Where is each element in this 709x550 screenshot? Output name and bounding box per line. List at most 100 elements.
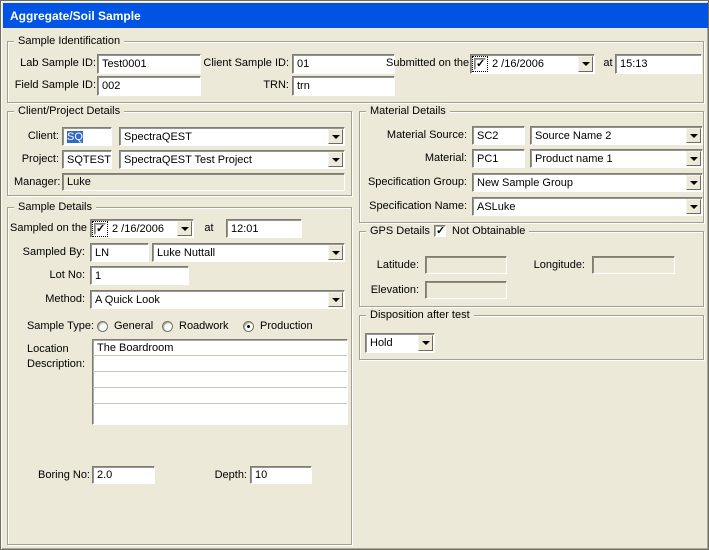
specification-name-value: ASLuke	[477, 201, 516, 213]
depth-label: Depth:	[168, 466, 247, 485]
sampled-by-code-input[interactable]: LN	[90, 243, 149, 262]
field-sample-id-input[interactable]: 002	[97, 76, 201, 96]
sampled-date-checkbox-icon[interactable]	[94, 223, 106, 235]
specification-name-combo[interactable]: ASLuke	[472, 197, 703, 216]
project-code-value: SQTEST	[67, 154, 111, 166]
material-source-name-combo[interactable]: Source Name 2	[530, 126, 703, 145]
radio-general[interactable]: General	[97, 319, 153, 333]
latitude-input-disabled	[425, 256, 507, 274]
window-title: Aggregate/Soil Sample	[10, 9, 141, 23]
location-description-line[interactable]	[93, 356, 347, 372]
radio-general-icon	[97, 321, 108, 332]
project-code-input[interactable]: SQTEST	[62, 150, 112, 169]
client-name-combo[interactable]: SpectraQEST	[119, 127, 345, 146]
material-source-dropdown-icon[interactable]	[686, 128, 701, 143]
boring-no-value: 2.0	[97, 469, 112, 481]
group-gps-details: GPS Details Not Obtainable Latitude: Lon…	[359, 231, 704, 307]
lab-sample-id-input[interactable]: Test0001	[97, 54, 201, 74]
not-obtainable-checkbox-icon	[434, 225, 446, 237]
radio-roadwork[interactable]: Roadwork	[162, 319, 229, 333]
client-name-value: SpectraQEST	[124, 131, 192, 143]
submitted-at-label: at	[600, 54, 616, 73]
radio-roadwork-label: Roadwork	[179, 320, 229, 332]
elevation-label: Elevation:	[365, 281, 419, 300]
method-combo[interactable]: A Quick Look	[90, 290, 345, 309]
group-title: GPS Details	[366, 224, 434, 238]
field-sample-id-label: Field Sample ID:	[10, 76, 96, 95]
client-sample-id-label: Client Sample ID:	[188, 54, 289, 73]
submitted-date-value: 2 /16/2006	[492, 58, 544, 70]
elevation-input-disabled	[425, 281, 507, 299]
location-label-line2: Description:	[27, 357, 97, 371]
sampled-by-dropdown-icon[interactable]	[328, 245, 343, 260]
material-code-value: PC1	[477, 153, 498, 165]
client-sample-id-input[interactable]: 01	[292, 54, 395, 74]
sampled-time-value: 12:01	[231, 223, 259, 235]
aggregate-soil-sample-window: Aggregate/Soil Sample Sample Identificat…	[0, 0, 709, 550]
submitted-time-value: 15:13	[620, 58, 648, 70]
lot-no-input[interactable]: 1	[90, 266, 189, 285]
client-code-value: SQ	[67, 131, 83, 143]
submitted-date-checkbox-icon[interactable]	[474, 58, 486, 70]
project-name-combo[interactable]: SpectraQEST Test Project	[119, 150, 345, 169]
client-code-input[interactable]: SQ	[62, 127, 112, 146]
client-dropdown-icon[interactable]	[328, 129, 343, 144]
sampled-by-name-combo[interactable]: Luke Nuttall	[152, 243, 345, 262]
radio-production-icon	[243, 321, 254, 332]
boring-no-input[interactable]: 2.0	[92, 466, 155, 484]
submitted-date-dropdown-icon[interactable]	[578, 56, 593, 72]
group-title: Client/Project Details	[14, 104, 124, 118]
location-description-line[interactable]: The Boardroom	[93, 340, 347, 356]
field-sample-id-value: 002	[102, 80, 120, 92]
sampled-date-picker[interactable]: 2 /16/2006	[90, 219, 194, 238]
specification-group-dropdown-icon[interactable]	[686, 175, 701, 190]
sampled-date-dropdown-icon[interactable]	[177, 221, 192, 236]
group-client-project-details: Client/Project Details Client: SQ Spectr…	[7, 111, 352, 196]
location-description-textarea[interactable]: The Boardroom	[92, 339, 348, 425]
radio-roadwork-icon	[162, 321, 173, 332]
radio-production[interactable]: Production	[243, 319, 313, 333]
material-source-label: Material Source:	[365, 126, 467, 145]
depth-input[interactable]: 10	[250, 466, 312, 484]
location-description-line[interactable]	[93, 388, 347, 404]
specification-name-label: Specification Name:	[365, 197, 467, 216]
sampled-on-label: Sampled on the	[10, 219, 87, 238]
not-obtainable-checkbox[interactable]: Not Obtainable	[430, 225, 529, 237]
submitted-date-picker[interactable]: 2 /16/2006	[470, 54, 595, 74]
group-sample-details: Sample Details Sampled on the 2 /16/2006…	[7, 207, 352, 545]
boring-no-label: Boring No:	[10, 466, 90, 485]
latitude-label: Latitude:	[369, 256, 419, 275]
method-value: A Quick Look	[95, 294, 160, 306]
material-source-name-value: Source Name 2	[535, 130, 611, 142]
material-source-code-value: SC2	[477, 130, 498, 142]
trn-input[interactable]: trn	[292, 76, 395, 96]
manager-value: Luke	[67, 176, 91, 188]
window-titlebar: Aggregate/Soil Sample	[3, 3, 708, 28]
radio-general-label: General	[114, 320, 153, 332]
specification-name-dropdown-icon[interactable]	[686, 199, 701, 214]
sampled-time-input[interactable]: 12:01	[226, 219, 302, 238]
material-name-value: Product name 1	[535, 153, 613, 165]
location-description-line[interactable]	[93, 372, 347, 388]
method-dropdown-icon[interactable]	[328, 292, 343, 307]
project-dropdown-icon[interactable]	[328, 152, 343, 167]
longitude-input-disabled	[592, 256, 675, 274]
material-dropdown-icon[interactable]	[686, 151, 701, 166]
sampled-by-code-value: LN	[95, 247, 109, 259]
material-source-code-input[interactable]: SC2	[472, 126, 525, 145]
group-disposition: Disposition after test Hold	[359, 315, 704, 360]
trn-label: TRN:	[228, 76, 289, 95]
depth-value: 10	[255, 469, 267, 481]
material-name-combo[interactable]: Product name 1	[530, 149, 703, 168]
material-label: Material:	[365, 149, 467, 168]
submitted-time-input[interactable]: 15:13	[615, 54, 702, 74]
disposition-dropdown-icon[interactable]	[418, 335, 433, 351]
location-description-line[interactable]	[93, 404, 347, 420]
group-sample-identification: Sample Identification Lab Sample ID: Tes…	[7, 41, 704, 103]
lot-no-value: 1	[95, 270, 101, 282]
material-code-input[interactable]: PC1	[472, 149, 525, 168]
project-name-value: SpectraQEST Test Project	[124, 154, 252, 166]
sampled-by-label: Sampled By:	[10, 243, 85, 262]
specification-group-combo[interactable]: New Sample Group	[472, 173, 703, 192]
disposition-combo[interactable]: Hold	[365, 333, 435, 353]
